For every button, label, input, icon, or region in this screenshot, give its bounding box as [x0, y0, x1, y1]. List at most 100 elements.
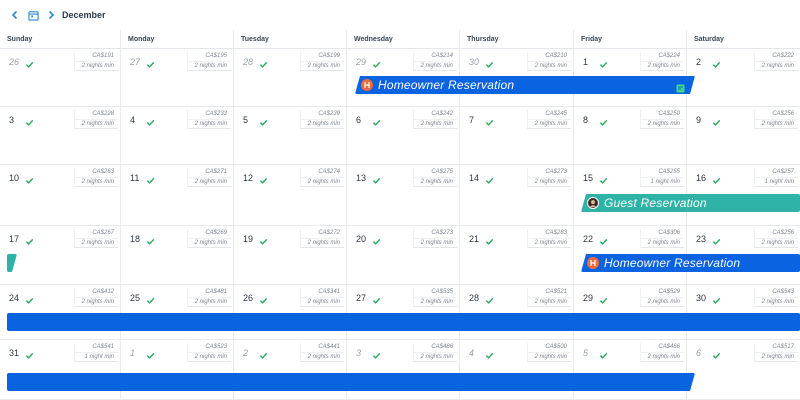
day-cell[interactable]: 13 CA$275 2 nights min [346, 165, 459, 226]
rate-info: CA$441 2 nights min [300, 343, 344, 362]
min-stay: 1 night min [640, 177, 684, 187]
day-number: 5 [583, 348, 589, 358]
check-icon [485, 233, 495, 245]
rate-info: CA$210 2 nights min [527, 52, 571, 71]
guest-reservation-bar[interactable]: Guest Reservation [581, 194, 800, 212]
rate-code: CA$250 [640, 110, 684, 120]
day-number: 29 [356, 57, 367, 67]
check-icon [485, 114, 495, 126]
rate-code: CA$272 [300, 229, 344, 239]
day-cell[interactable]: 4 CA$500 2 nights min [459, 340, 573, 400]
check-icon [259, 114, 269, 126]
rate-code: CA$466 [640, 343, 684, 353]
day-cell[interactable]: 3 CA$228 2 nights min [0, 107, 120, 165]
min-stay: 2 nights min [754, 297, 798, 307]
day-number: 18 [130, 234, 141, 244]
rate-info: CA$222 2 nights min [754, 52, 798, 71]
day-number: 26 [243, 293, 254, 303]
weekday-label-monday: Monday [120, 30, 233, 49]
homeowner-reservation-bar[interactable]: Homeowner Reservation [355, 76, 695, 94]
day-cell[interactable]: 14 CA$273 2 nights min [459, 165, 573, 226]
check-icon [146, 292, 156, 304]
homeowner-reservation-bar[interactable] [7, 373, 695, 391]
min-stay: 2 nights min [754, 61, 798, 71]
day-cell[interactable]: 2 CA$441 2 nights min [233, 340, 346, 400]
rate-info: CA$273 2 nights min [527, 168, 571, 187]
reservation-label: Homeowner Reservation [378, 78, 515, 92]
day-cell[interactable]: 4 CA$233 2 nights min [120, 107, 233, 165]
min-stay: 2 nights min [187, 297, 231, 307]
rate-code: CA$541 [74, 343, 118, 353]
calendar-toolbar: December [0, 0, 800, 30]
day-cell[interactable]: 9 CA$256 2 nights min [686, 107, 800, 165]
day-number: 30 [469, 57, 480, 67]
day-cell[interactable]: 7 CA$245 2 nights min [459, 107, 573, 165]
day-cell[interactable]: 6 CA$517 2 nights min [686, 340, 800, 400]
day-cell[interactable]: 18 CA$269 2 nights min [120, 226, 233, 285]
day-cell[interactable]: 19 CA$272 2 nights min [233, 226, 346, 285]
min-stay: 2 nights min [187, 177, 231, 187]
day-cell[interactable]: 2 CA$222 2 nights min [686, 49, 800, 107]
day-cell[interactable]: 12 CA$274 2 nights min [233, 165, 346, 226]
rate-info: CA$245 2 nights min [527, 110, 571, 129]
weekday-label-friday: Friday [573, 30, 686, 49]
chevron-left-icon[interactable] [8, 8, 22, 22]
homeowner-reservation-bar[interactable] [7, 313, 800, 331]
rate-code: CA$224 [640, 52, 684, 62]
note-icon[interactable] [676, 80, 685, 89]
day-number: 11 [130, 173, 140, 183]
chevron-right-icon[interactable] [44, 8, 58, 22]
day-number: 23 [696, 234, 707, 244]
day-number: 6 [696, 348, 702, 358]
day-cell[interactable]: 26 CA$191 2 nights min [0, 49, 120, 107]
check-icon [259, 172, 269, 184]
rate-info: CA$272 2 nights min [300, 229, 344, 248]
min-stay: 2 nights min [74, 238, 118, 248]
day-cell[interactable]: 6 CA$242 2 nights min [346, 107, 459, 165]
check-icon [146, 347, 156, 359]
day-number: 28 [243, 57, 254, 67]
day-cell[interactable]: 5 CA$239 2 nights min [233, 107, 346, 165]
check-icon [712, 114, 722, 126]
day-cell[interactable]: 1 CA$523 2 nights min [120, 340, 233, 400]
check-icon [712, 172, 722, 184]
day-cell[interactable]: 21 CA$283 2 nights min [459, 226, 573, 285]
reservation-label: Guest Reservation [604, 196, 707, 210]
min-stay: 2 nights min [527, 177, 571, 187]
calendar-grid: 26 CA$191 2 nights min 27 CA$195 2 nights min… [0, 49, 800, 400]
check-icon [259, 292, 269, 304]
day-cell[interactable]: 28 CA$199 2 nights min [233, 49, 346, 107]
day-cell[interactable]: 3 CA$486 2 nights min [346, 340, 459, 400]
rate-code: CA$306 [640, 229, 684, 239]
min-stay: 1 night min [74, 352, 118, 362]
day-cell[interactable]: 11 CA$271 2 nights min [120, 165, 233, 226]
rate-info: CA$500 2 nights min [527, 343, 571, 362]
rate-info: CA$517 2 nights min [754, 343, 798, 362]
day-number: 3 [9, 115, 15, 125]
rate-info: CA$521 2 nights min [527, 288, 571, 307]
rate-info: CA$466 2 nights min [640, 343, 684, 362]
calendar-icon[interactable] [26, 8, 40, 22]
day-cell[interactable]: 8 CA$250 2 nights min [573, 107, 686, 165]
day-number: 17 [9, 234, 20, 244]
rate-code: CA$273 [413, 229, 457, 239]
rate-info: CA$486 2 nights min [413, 343, 457, 362]
check-icon [372, 56, 382, 68]
day-number: 16 [696, 173, 707, 183]
rate-code: CA$441 [300, 343, 344, 353]
homeowner-reservation-bar[interactable]: Homeowner Reservation [581, 254, 800, 272]
rate-info: CA$341 2 nights min [300, 288, 344, 307]
day-number: 6 [356, 115, 362, 125]
rate-code: CA$239 [300, 110, 344, 120]
day-cell[interactable]: 10 CA$263 2 nights min [0, 165, 120, 226]
day-cell[interactable]: 31 CA$541 1 night min [0, 340, 120, 400]
day-cell[interactable]: 27 CA$195 2 nights min [120, 49, 233, 107]
min-stay: 2 nights min [640, 238, 684, 248]
day-cell[interactable]: 5 CA$466 2 nights min [573, 340, 686, 400]
day-cell[interactable]: 17 CA$267 2 nights min [0, 226, 120, 285]
rate-code: CA$269 [187, 229, 231, 239]
rate-code: CA$275 [413, 168, 457, 178]
day-number: 13 [356, 173, 367, 183]
check-icon [146, 114, 156, 126]
day-cell[interactable]: 20 CA$273 2 nights min [346, 226, 459, 285]
